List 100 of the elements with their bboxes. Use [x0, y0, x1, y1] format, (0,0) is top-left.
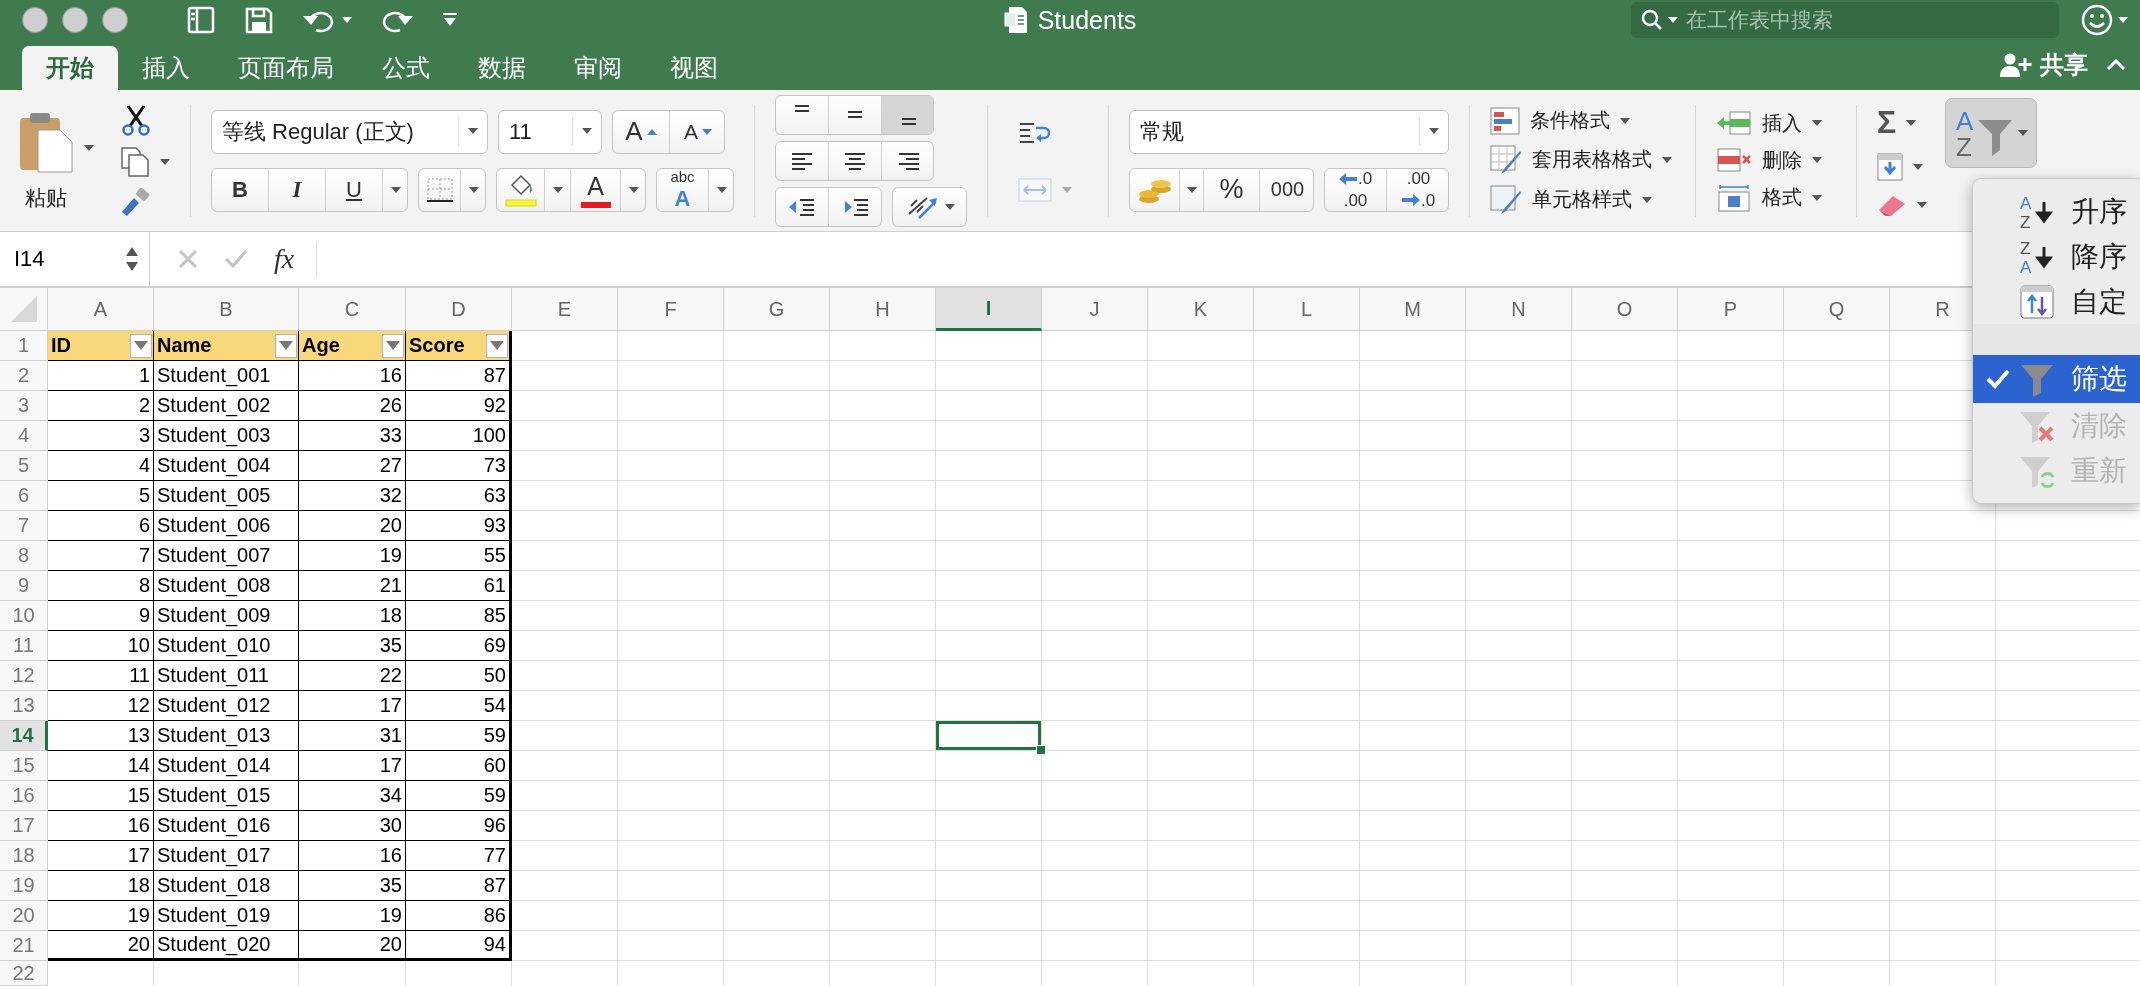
- row-header[interactable]: 17: [0, 811, 48, 841]
- row-header[interactable]: 9: [0, 571, 48, 601]
- share-button[interactable]: 共享: [2000, 49, 2088, 81]
- cut-icon[interactable]: [120, 103, 152, 136]
- customize-toolbar-icon[interactable]: [442, 12, 458, 28]
- feedback-button[interactable]: [2081, 4, 2128, 36]
- format-button[interactable]: 格式: [1716, 183, 1836, 212]
- font-dropdown[interactable]: 等线 Regular (正文): [211, 109, 488, 154]
- column-header[interactable]: I: [936, 288, 1042, 331]
- font-color-button[interactable]: A: [571, 168, 621, 211]
- filter-dropdown-button[interactable]: [275, 333, 297, 358]
- table-cell: 33: [299, 421, 406, 451]
- name-box[interactable]: I14: [0, 232, 150, 286]
- ribbon-tab[interactable]: 插入: [118, 46, 214, 90]
- search-field[interactable]: 在工作表中搜索: [1631, 2, 2059, 38]
- conditional-formatting-button[interactable]: 条件格式: [1490, 106, 1675, 135]
- copy-button[interactable]: [120, 145, 170, 178]
- menu-item[interactable]: 筛选: [1973, 355, 2140, 403]
- save-icon[interactable]: [244, 5, 274, 35]
- number-format-dropdown[interactable]: 常规: [1129, 109, 1449, 154]
- row-header[interactable]: 7: [0, 511, 48, 541]
- underline-button[interactable]: U: [326, 168, 383, 211]
- column-header[interactable]: P: [1678, 288, 1784, 331]
- ribbon-tab[interactable]: 公式: [358, 46, 454, 90]
- format-painter-icon[interactable]: [120, 187, 152, 218]
- row-header[interactable]: 21: [0, 931, 48, 961]
- caret-icon: [1913, 164, 1923, 170]
- decrease-decimal-button[interactable]: .00 .0: [1387, 168, 1448, 211]
- column-header[interactable]: K: [1148, 288, 1254, 331]
- row-header[interactable]: 5: [0, 451, 48, 481]
- row-header[interactable]: 11: [0, 631, 48, 661]
- vertical-align-button[interactable]: [882, 95, 933, 134]
- close-window-button[interactable]: [22, 7, 48, 33]
- row-header[interactable]: 6: [0, 481, 48, 511]
- ribbon-tab[interactable]: 数据: [454, 46, 550, 90]
- menu-item[interactable]: Z A 降序: [1973, 234, 2140, 279]
- row-header[interactable]: 20: [0, 901, 48, 931]
- search-input[interactable]: 在工作表中搜索: [1684, 7, 2049, 33]
- comma-style-button[interactable]: 000: [1260, 168, 1313, 211]
- column-header[interactable]: G: [724, 288, 830, 331]
- stepper-icon: [125, 245, 139, 273]
- row-header[interactable]: 19: [0, 871, 48, 901]
- row-header[interactable]: 22: [0, 961, 48, 986]
- column-header[interactable]: B: [154, 288, 299, 331]
- row-header[interactable]: 18: [0, 841, 48, 871]
- italic-button[interactable]: I: [269, 168, 326, 211]
- grow-font-button[interactable]: A: [613, 110, 670, 153]
- row-header[interactable]: 12: [0, 661, 48, 691]
- insert-button[interactable]: 插入: [1716, 109, 1836, 137]
- column-header[interactable]: F: [618, 288, 724, 331]
- insert-function-button[interactable]: fx: [274, 243, 295, 275]
- column-header[interactable]: D: [406, 288, 512, 331]
- column-header[interactable]: L: [1254, 288, 1360, 331]
- orientation-button[interactable]: [892, 186, 967, 227]
- row-header[interactable]: 14: [0, 721, 48, 751]
- column-header[interactable]: O: [1572, 288, 1678, 331]
- column-header[interactable]: H: [830, 288, 936, 331]
- column-header[interactable]: Q: [1784, 288, 1890, 331]
- sort-filter-button[interactable]: A Z: [1945, 98, 2037, 168]
- increase-decimal-button[interactable]: .0 .00: [1325, 168, 1387, 211]
- filter-dropdown-button[interactable]: [382, 333, 404, 358]
- collapse-ribbon-icon[interactable]: [2106, 59, 2126, 71]
- text-effects-button[interactable]: abc A: [657, 168, 709, 211]
- column-header[interactable]: E: [512, 288, 618, 331]
- column-header[interactable]: C: [299, 288, 406, 331]
- row-header[interactable]: 8: [0, 541, 48, 571]
- minimize-window-button[interactable]: [62, 7, 88, 33]
- table-cell: Student_020: [154, 931, 299, 961]
- shrink-font-button[interactable]: A: [670, 110, 724, 153]
- delete-button[interactable]: 删除: [1716, 146, 1836, 174]
- menu-item[interactable]: A Z 升序: [1973, 189, 2140, 234]
- column-header[interactable]: N: [1466, 288, 1572, 331]
- sidebar-icon[interactable]: [186, 5, 216, 35]
- row-header[interactable]: 13: [0, 691, 48, 721]
- ribbon-tab[interactable]: 页面布局: [214, 46, 358, 90]
- cell-styles-button[interactable]: 单元格样式: [1490, 184, 1675, 215]
- ribbon-tab[interactable]: 审阅: [550, 46, 646, 90]
- fill-handle[interactable]: [1036, 745, 1046, 755]
- ribbon-tab[interactable]: 视图: [646, 46, 742, 90]
- column-header[interactable]: A: [48, 288, 154, 331]
- ribbon-tab[interactable]: 开始: [22, 46, 118, 90]
- filter-dropdown-button[interactable]: [486, 333, 508, 358]
- row-header[interactable]: 16: [0, 781, 48, 811]
- zoom-window-button[interactable]: [102, 7, 128, 33]
- bold-button[interactable]: B: [212, 168, 269, 211]
- row-header[interactable]: 4: [0, 421, 48, 451]
- row-header[interactable]: 2: [0, 361, 48, 391]
- column-header[interactable]: M: [1360, 288, 1466, 331]
- row-header[interactable]: 3: [0, 391, 48, 421]
- row-header[interactable]: 10: [0, 601, 48, 631]
- row-header[interactable]: 1: [0, 331, 48, 361]
- column-header[interactable]: J: [1042, 288, 1148, 331]
- paste-button[interactable]: 粘贴: [18, 109, 74, 212]
- clear-button[interactable]: [1877, 193, 1927, 217]
- font-size-dropdown[interactable]: 11: [498, 109, 602, 154]
- format-as-table-button[interactable]: 套用表格格式: [1490, 144, 1675, 175]
- row-header[interactable]: 15: [0, 751, 48, 781]
- percent-button[interactable]: %: [1204, 168, 1260, 211]
- filter-dropdown-button[interactable]: [130, 333, 152, 358]
- autosum-button[interactable]: Σ: [1877, 104, 1927, 141]
